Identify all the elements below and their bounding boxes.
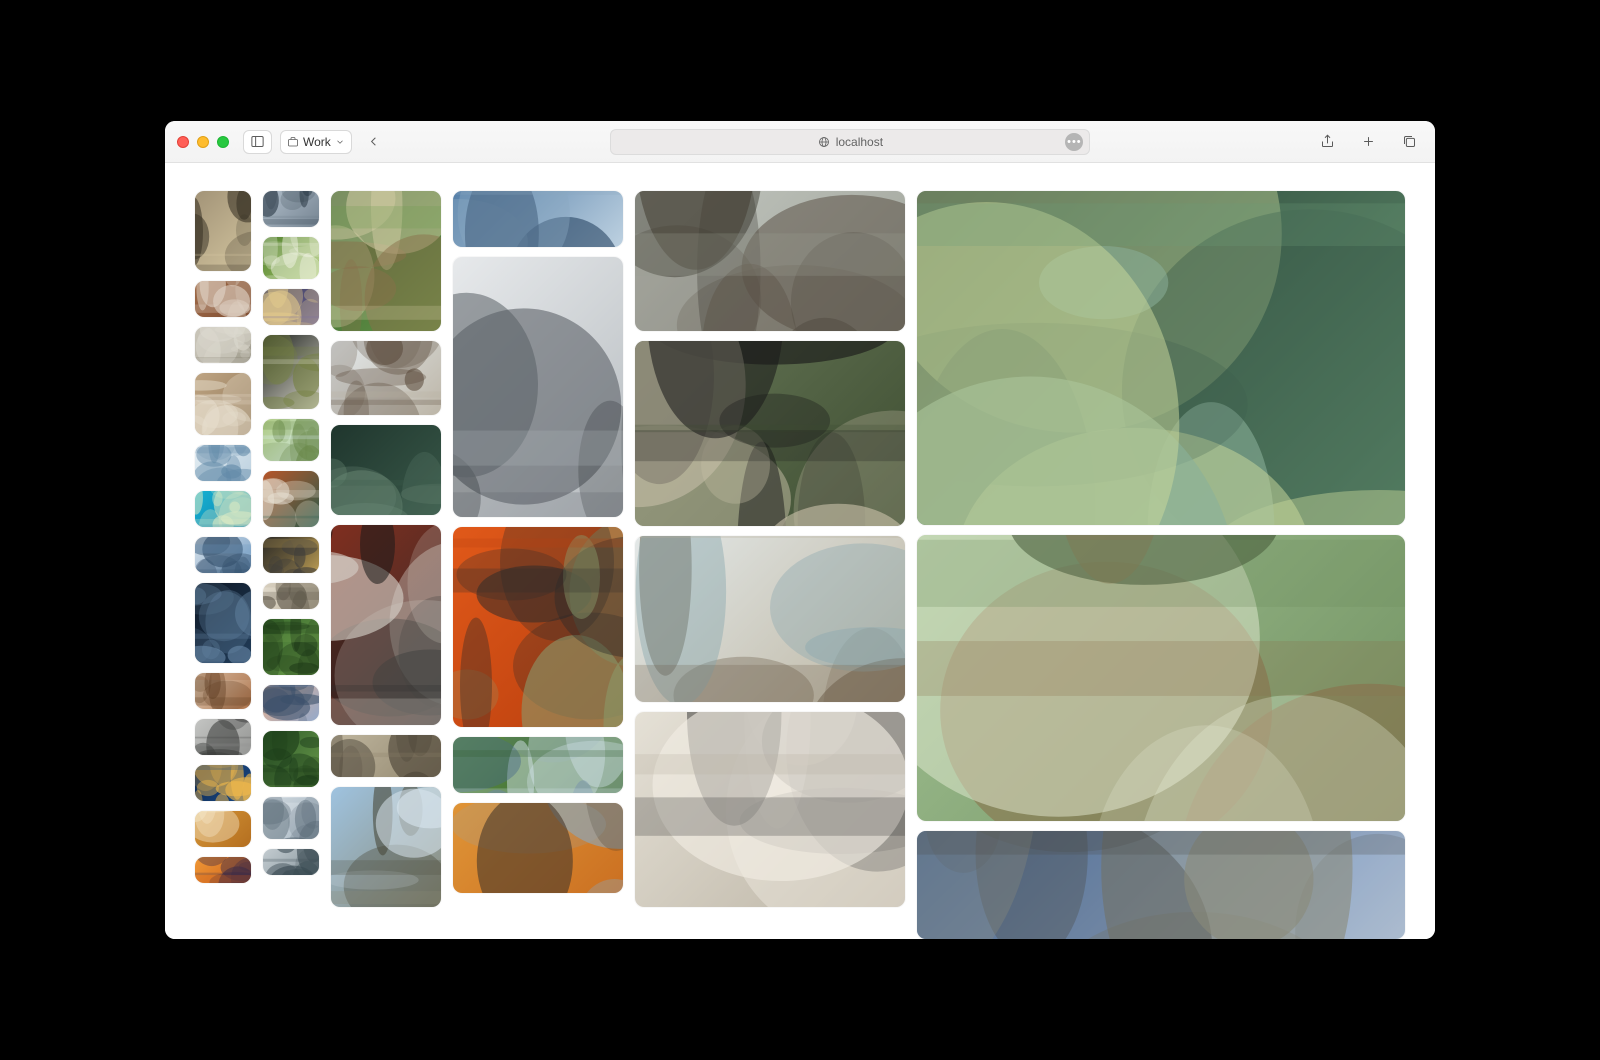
photo-tile-tropical-lagoon[interactable] [195,491,251,527]
photo-tile-succulent-top[interactable] [331,425,441,515]
chevron-left-icon [366,134,381,149]
photo-tile-bee-macro[interactable] [195,191,251,271]
chevron-down-icon [335,137,345,147]
photo-tile-gallery-wall-strip[interactable] [263,583,319,609]
photo-tile-shoreline-rocks[interactable] [263,849,319,875]
page-settings-button[interactable]: ••• [1065,133,1083,151]
plus-icon [1361,134,1376,149]
photo-tile-sunset-strip[interactable] [195,857,251,883]
photo-tile-city-dusk-skyline[interactable] [263,289,319,325]
photo-tile-ufo-ring-dark[interactable] [263,537,319,573]
photo-tile-bamboo-boardwalk[interactable] [331,191,441,331]
globe-icon [818,136,830,148]
photo-tile-oculus-ribs[interactable] [453,257,623,517]
photo-tile-geothermal-spring[interactable] [453,803,623,893]
photo-tile-overpass-underside[interactable] [195,719,251,755]
photo-tile-ruined-columns[interactable] [331,735,441,777]
photo-tile-torii-gates-path[interactable] [453,527,623,727]
tab-overview-button[interactable] [1396,130,1423,154]
photo-tile-shrubs-aerial[interactable] [263,619,319,675]
photo-tile-calla-lily-dark[interactable] [263,335,319,409]
photo-tile-bridge-cables[interactable] [263,191,319,227]
photo-tile-frosty-branches[interactable] [263,797,319,839]
photo-tile-crow-on-log[interactable] [635,341,905,526]
masonry-column [453,191,623,939]
photo-tile-skyscraper-night[interactable] [195,583,251,663]
photo-tile-wren-on-lichen-branch[interactable] [917,535,1405,820]
photo-tile-wildflower-meadow[interactable] [263,237,319,279]
tab-group-picker[interactable]: Work [280,130,352,154]
photo-tile-bokeh-forest-abstract[interactable] [917,191,1405,525]
minimize-window-button[interactable] [197,136,209,148]
photo-tile-castle-ruin-sky[interactable] [331,787,441,907]
new-tab-button[interactable] [1355,130,1382,154]
photo-tile-brick-facade[interactable] [195,281,251,317]
share-button[interactable] [1314,130,1341,154]
photo-tile-mountain-lake-pano[interactable] [453,191,623,247]
masonry-column [917,191,1405,939]
photo-tile-books-plant-still[interactable] [263,471,319,527]
photo-tile-glacier-aerial[interactable] [195,445,251,481]
photo-tile-greenery-hedge[interactable] [263,731,319,787]
tab-group-label: Work [303,135,331,149]
briefcase-icon [287,136,299,148]
photo-tile-pelicans-flying[interactable] [635,191,905,331]
photo-tile-night-bridge-blue[interactable] [195,765,251,801]
masonry-column [635,191,905,939]
sidebar-toggle-button[interactable] [243,130,272,154]
photo-tile-baroque-palace[interactable] [195,327,251,363]
photo-tile-grass-deer[interactable] [263,419,319,461]
photo-tile-bluebird-branch[interactable] [195,537,251,573]
address-bar-location: localhost [836,135,883,149]
share-icon [1320,134,1335,149]
photo-tile-arch-monument[interactable] [195,373,251,435]
tabs-icon [1402,134,1417,149]
photo-tile-alpine-meadow[interactable] [453,737,623,793]
address-bar[interactable]: localhost ••• [610,129,1090,155]
browser-window: Work localhost ••• [165,121,1435,939]
photo-tile-driftwood-beach[interactable] [331,341,441,415]
photo-tile-pastry-closeup[interactable] [195,673,251,709]
photo-tile-autumn-leaves[interactable] [195,811,251,847]
page-viewport [165,163,1435,939]
photo-masonry-grid [195,191,1405,939]
masonry-column [195,191,251,939]
masonry-column [331,191,441,939]
photo-tile-clouds-mountain-ridge[interactable] [917,831,1405,939]
sidebar-icon [250,134,265,149]
zoom-window-button[interactable] [217,136,229,148]
photo-tile-pier-camera-sea[interactable] [635,536,905,702]
photo-tile-streetlamp-alley[interactable] [331,525,441,725]
browser-toolbar: Work localhost ••• [165,121,1435,163]
window-controls [177,136,229,148]
photo-tile-river-sunset-pano[interactable] [263,685,319,721]
photo-tile-wall-clock-industrial[interactable] [635,712,905,907]
masonry-column [263,191,319,939]
close-window-button[interactable] [177,136,189,148]
back-button[interactable] [360,130,387,154]
